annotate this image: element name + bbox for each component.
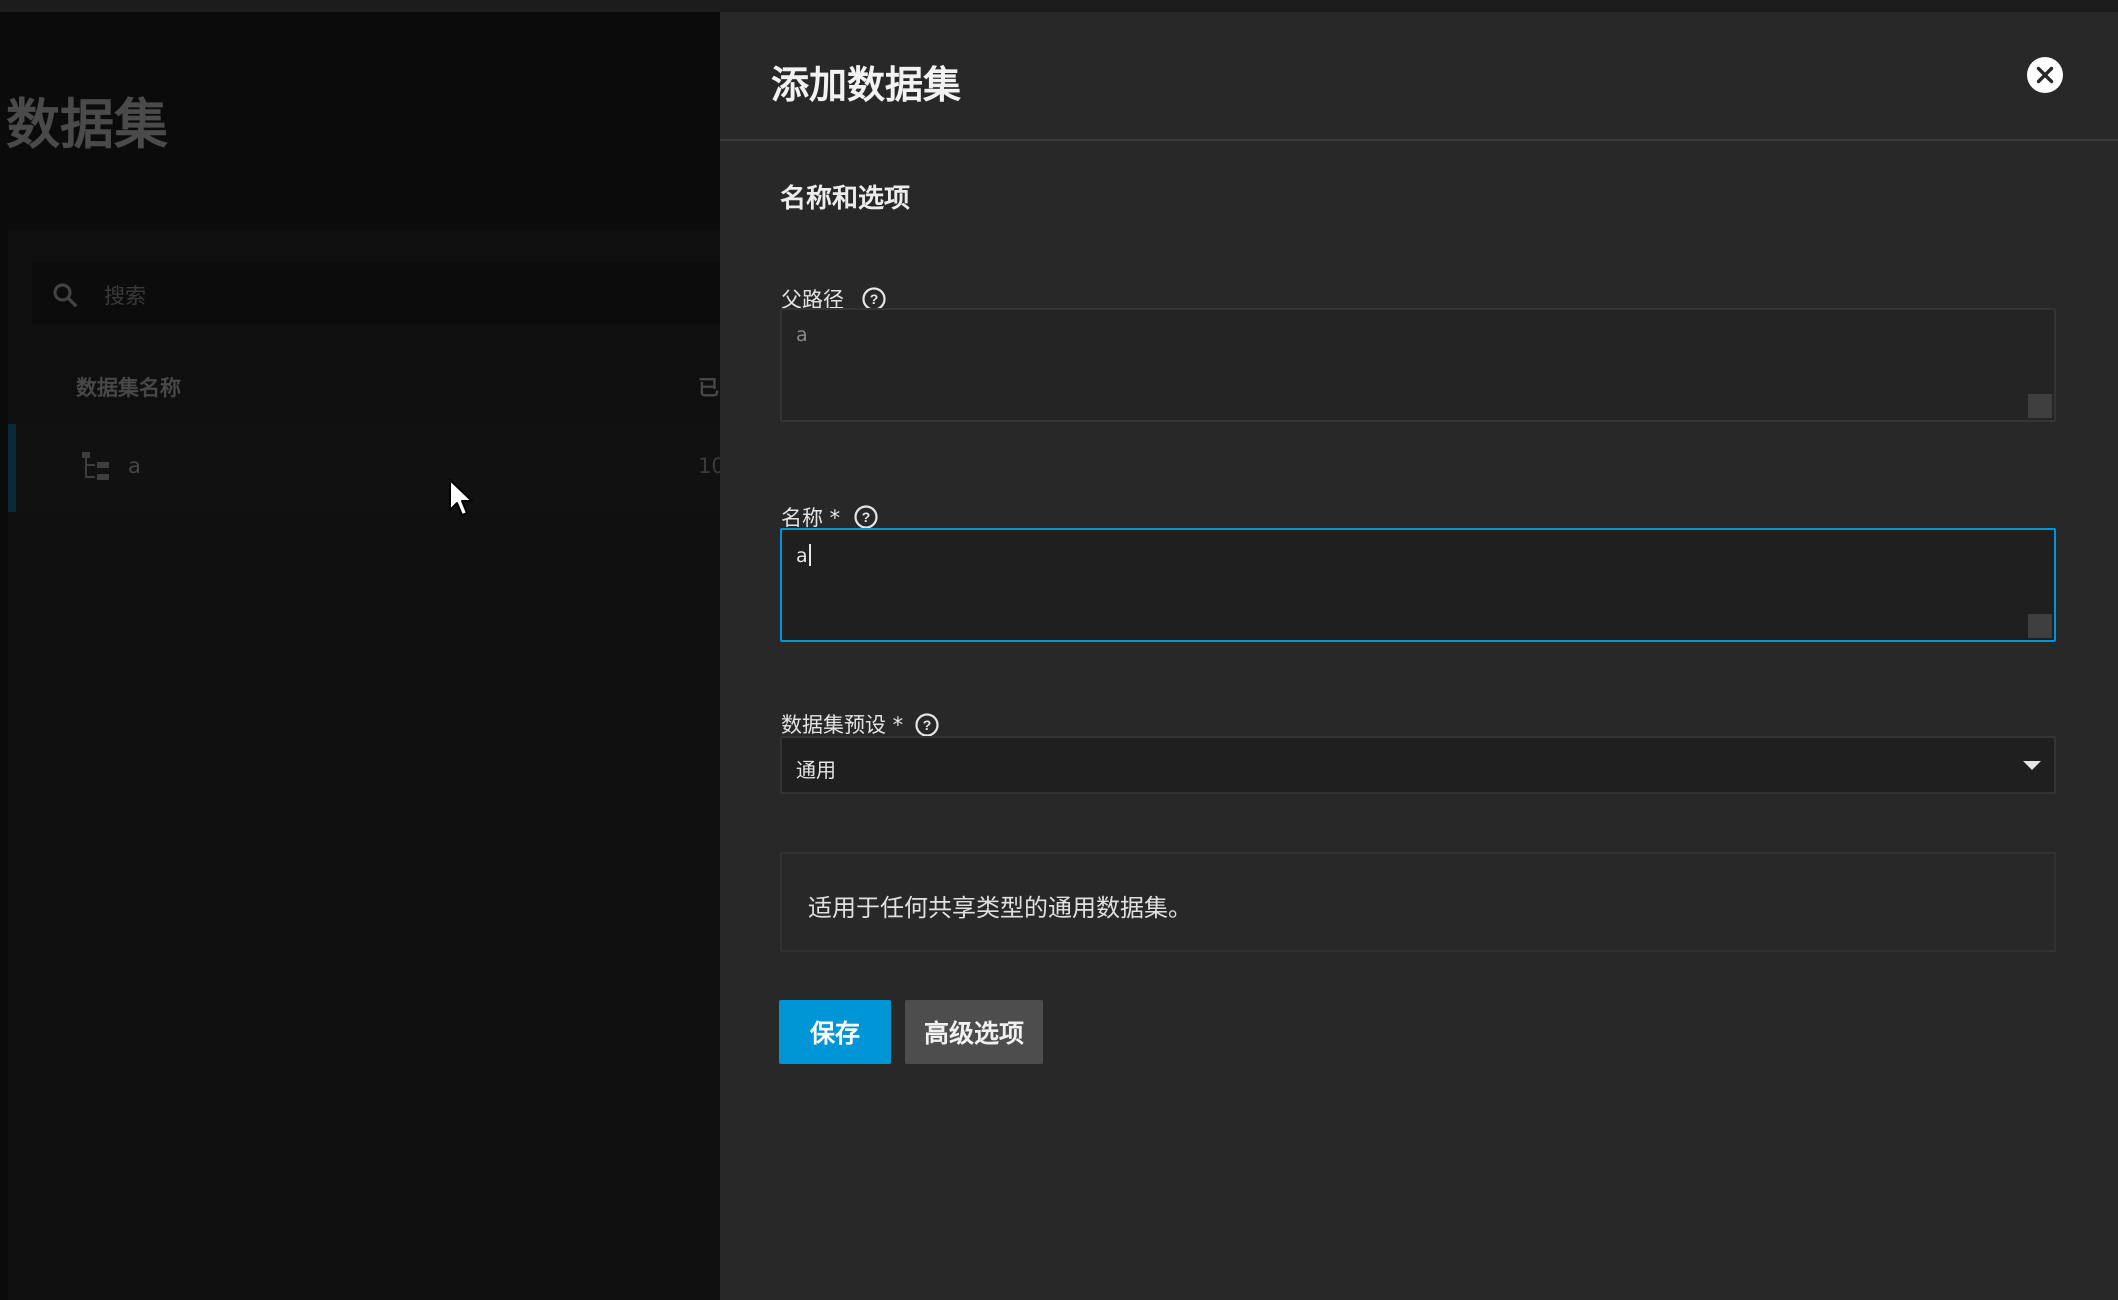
search-placeholder: 搜索 xyxy=(104,284,146,308)
preset-label: 数据集预设 * xyxy=(781,713,904,737)
page-title: 数据集 xyxy=(6,93,168,156)
dataset-tree-icon xyxy=(82,452,109,480)
dataset-name[interactable]: a xyxy=(128,454,141,478)
preset-description: 适用于任何共享类型的通用数据集。 xyxy=(808,894,1192,922)
help-icon[interactable]: ? xyxy=(914,712,940,738)
name-value: a xyxy=(796,545,808,567)
add-dataset-panel: 添加数据集 名称和选项 父路径 ? a 名称 * ? a 数据集预设 * ? 通… xyxy=(720,12,2118,1300)
resize-handle[interactable] xyxy=(2028,394,2052,418)
close-icon xyxy=(2036,66,2054,84)
top-bar xyxy=(0,0,2118,12)
panel-title: 添加数据集 xyxy=(771,63,962,107)
name-value-wrap: a xyxy=(796,544,811,567)
close-button[interactable] xyxy=(2027,57,2063,93)
parent-path-value: a xyxy=(796,324,808,346)
advanced-options-button[interactable]: 高级选项 xyxy=(905,1000,1043,1064)
chevron-down-icon xyxy=(2023,761,2041,770)
resize-handle[interactable] xyxy=(2028,614,2052,638)
name-field[interactable]: a xyxy=(780,528,2056,642)
svg-text:?: ? xyxy=(870,291,879,307)
column-header-used[interactable]: 已 xyxy=(698,372,719,402)
parent-path-field: a xyxy=(780,308,2056,422)
search-icon xyxy=(53,283,78,308)
preset-select[interactable]: 通用 xyxy=(780,736,2056,794)
help-icon[interactable]: ? xyxy=(853,504,879,530)
svg-text:?: ? xyxy=(862,509,871,525)
text-caret xyxy=(808,544,811,566)
preset-description-box: 适用于任何共享类型的通用数据集。 xyxy=(780,852,2056,952)
table-row[interactable] xyxy=(8,424,720,512)
row-selected-marker xyxy=(8,424,16,512)
svg-text:?: ? xyxy=(923,717,932,733)
panel-header: 添加数据集 xyxy=(720,12,2118,141)
mouse-cursor-icon xyxy=(449,479,473,516)
preset-value: 通用 xyxy=(796,758,836,782)
column-header-name[interactable]: 数据集名称 xyxy=(76,372,181,402)
save-button[interactable]: 保存 xyxy=(779,1000,891,1064)
section-title: 名称和选项 xyxy=(780,184,911,214)
